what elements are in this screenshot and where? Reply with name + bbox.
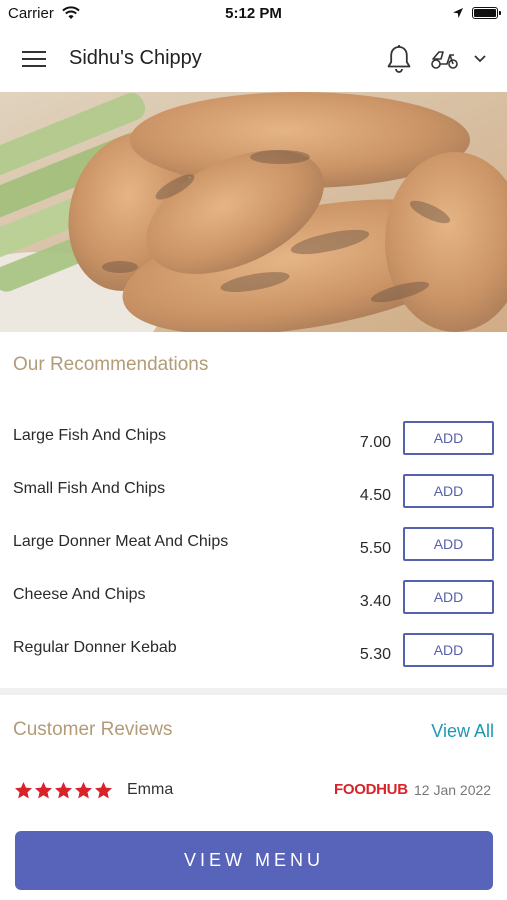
list-item: Large Fish And Chips 7.00 ADD bbox=[0, 421, 507, 474]
review-date: 12 Jan 2022 bbox=[414, 782, 492, 798]
star-icon bbox=[94, 781, 113, 799]
item-price: 4.50 bbox=[359, 487, 391, 504]
page-title: Sidhu's Chippy bbox=[69, 47, 202, 69]
list-item: Regular Donner Kebab 5.30 ADD bbox=[0, 633, 507, 686]
item-name: Small Fish And Chips bbox=[13, 480, 166, 497]
item-name: Large Fish And Chips bbox=[13, 427, 166, 444]
star-icon bbox=[34, 781, 53, 799]
item-price: 5.50 bbox=[359, 540, 391, 557]
list-item: Cheese And Chips 3.40 ADD bbox=[0, 580, 507, 633]
add-button[interactable]: ADD bbox=[403, 474, 494, 508]
hero-food-image bbox=[0, 92, 507, 332]
reviewer-name: Emma bbox=[127, 781, 174, 798]
add-button[interactable]: ADD bbox=[403, 633, 494, 667]
list-item: Large Donner Meat And Chips 5.50 ADD bbox=[0, 527, 507, 580]
location-arrow-icon bbox=[453, 8, 463, 18]
hamburger-menu-icon[interactable] bbox=[22, 50, 48, 70]
section-divider bbox=[0, 688, 507, 695]
add-button[interactable]: ADD bbox=[403, 421, 494, 455]
view-all-link[interactable]: View All bbox=[431, 721, 494, 742]
item-name: Cheese And Chips bbox=[13, 586, 146, 603]
bell-icon[interactable] bbox=[386, 44, 412, 74]
reviews-heading: Customer Reviews bbox=[13, 719, 173, 740]
scooter-icon[interactable] bbox=[430, 48, 460, 70]
star-rating bbox=[14, 781, 113, 800]
star-icon bbox=[74, 781, 93, 799]
item-name: Large Donner Meat And Chips bbox=[13, 533, 229, 550]
chevron-down-icon[interactable] bbox=[473, 54, 487, 64]
review-source-logo: FOODHUB bbox=[334, 781, 408, 798]
add-button[interactable]: ADD bbox=[403, 527, 494, 561]
item-price: 7.00 bbox=[359, 434, 391, 451]
item-name: Regular Donner Kebab bbox=[13, 639, 177, 656]
star-icon bbox=[14, 781, 33, 799]
list-item: Small Fish And Chips 4.50 ADD bbox=[0, 474, 507, 527]
item-price: 5.30 bbox=[359, 646, 391, 663]
recommendations-heading: Our Recommendations bbox=[13, 354, 209, 375]
star-icon bbox=[54, 781, 73, 799]
item-price: 3.40 bbox=[359, 593, 391, 610]
view-menu-button[interactable]: VIEW MENU bbox=[15, 831, 493, 890]
app-header: Sidhu's Chippy bbox=[0, 28, 507, 92]
clock: 5:12 PM bbox=[225, 5, 282, 22]
add-button[interactable]: ADD bbox=[403, 580, 494, 614]
status-bar: Carrier 5:12 PM bbox=[0, 0, 507, 28]
battery-icon bbox=[472, 7, 501, 19]
